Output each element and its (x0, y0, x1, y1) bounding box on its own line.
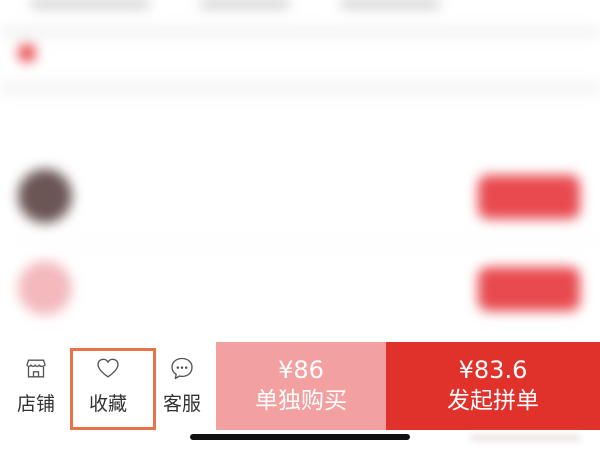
shop-button[interactable]: 店铺 (6, 356, 66, 416)
avatar (18, 169, 72, 223)
single-buy-button[interactable]: ¥86 单独购买 (216, 342, 386, 430)
group-buy-button[interactable]: ¥83.6 发起拼单 (386, 342, 600, 430)
join-group-button[interactable] (478, 267, 580, 311)
favorite-highlight-box (70, 348, 156, 430)
store-icon (26, 359, 46, 378)
top-bar-3 (340, 0, 440, 8)
group-buy-label: 发起拼单 (447, 388, 539, 414)
top-bar-2 (200, 0, 290, 8)
background-content (0, 0, 600, 342)
group-row (0, 163, 600, 233)
top-strip (10, 0, 570, 14)
customer-service-button[interactable]: 客服 (152, 356, 212, 416)
shop-label: 店铺 (16, 393, 55, 415)
group-row (0, 255, 600, 325)
top-bar-1 (30, 0, 150, 8)
join-group-button[interactable] (478, 175, 580, 219)
row-divider (18, 240, 600, 241)
group-buy-price: ¥83.6 (458, 356, 528, 384)
bottom-action-bar: 店铺 收藏 客服 ¥86 单独购买 ¥83.6 发起拼单 (0, 342, 600, 450)
single-buy-label: 单独购买 (255, 388, 347, 414)
divider (0, 26, 600, 38)
single-buy-price: ¥86 (278, 356, 324, 384)
avatar (18, 261, 72, 315)
customer-service-label: 客服 (162, 393, 201, 415)
chat-icon (171, 357, 193, 380)
section-divider (0, 80, 600, 96)
notice-row (12, 40, 532, 66)
blurred-layer (0, 0, 600, 342)
home-indicator[interactable] (190, 434, 410, 440)
faint-background-strip (470, 434, 580, 442)
notice-icon (18, 44, 36, 62)
